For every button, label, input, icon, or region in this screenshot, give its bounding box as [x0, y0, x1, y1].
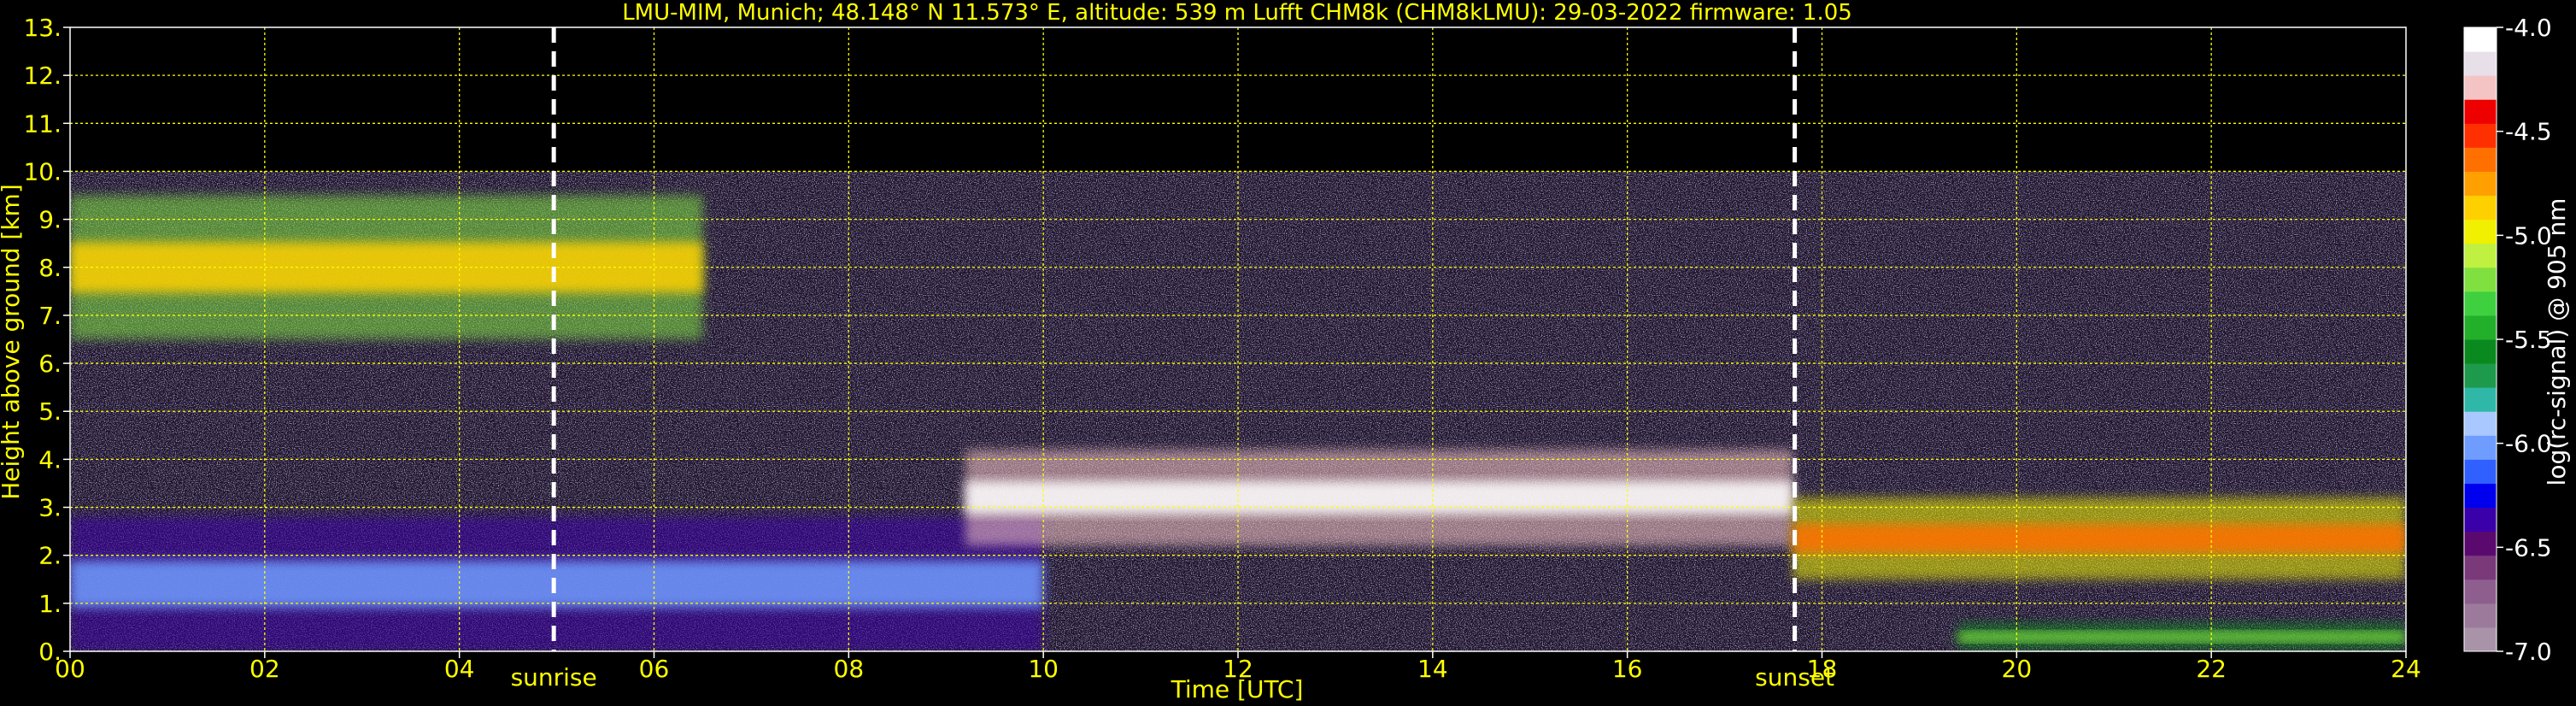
x-tick-label: 22	[2196, 655, 2227, 683]
x-tick-label: 06	[639, 655, 670, 683]
colorbar-swatch	[2464, 147, 2497, 172]
colorbar-swatch	[2464, 387, 2497, 412]
y-tick-label: 2.	[38, 542, 62, 570]
colorbar-swatch	[2464, 75, 2497, 100]
colorbar-swatch	[2464, 27, 2497, 52]
colorbar-swatch	[2464, 123, 2497, 148]
colorbar-swatch	[2464, 483, 2497, 509]
y-tick-label: 4.	[38, 445, 62, 474]
colorbar-swatch	[2464, 195, 2497, 221]
colorbar-tick-label: -7.0	[2505, 638, 2552, 666]
colorbar-label: log(rc-signal) @ 905 nm	[2543, 198, 2571, 486]
x-tick-label: 20	[2002, 655, 2033, 683]
feature-nocturnal-surface-layer	[1957, 622, 2406, 651]
feature-cirrus-clouds	[70, 195, 703, 339]
feature-core	[70, 560, 1044, 608]
chart-title: LMU-MIM, Munich; 48.148° N 11.573° E, al…	[622, 0, 1852, 26]
colorbar-swatch	[2464, 291, 2497, 316]
x-tick-label: 08	[834, 655, 865, 683]
x-tick-label: 04	[444, 655, 475, 683]
feature-core	[70, 242, 703, 293]
sunrise-label: sunrise	[511, 663, 597, 691]
colorbar-swatch	[2464, 459, 2497, 484]
colorbar-swatch	[2464, 363, 2497, 388]
x-tick-label: 16	[1612, 655, 1643, 683]
colorbar-swatch	[2464, 243, 2497, 268]
colorbar-tick-label: -6.5	[2505, 533, 2552, 562]
colorbar-swatch	[2464, 627, 2497, 652]
y-tick-label: 9.	[38, 206, 62, 234]
y-tick-label: 0.	[38, 638, 62, 666]
y-axis: 0. 1. 2. 3. 4. 5. 6. 7. 8. 9. 10. 11. 12. 13.	[23, 14, 70, 666]
colorbar-swatch	[2464, 555, 2497, 580]
x-tick-label: 10	[1028, 655, 1059, 683]
feature-mid-level-cloud-layer	[965, 450, 1793, 546]
ceilometer-chart: LMU-MIM, Munich; 48.148° N 11.573° E, al…	[0, 0, 2571, 703]
x-tick-label: 24	[2391, 655, 2421, 683]
sunset-label: sunset	[1755, 663, 1834, 691]
colorbar-swatch	[2464, 579, 2497, 604]
y-tick-label: 8.	[38, 254, 62, 282]
y-tick-label: 11.	[23, 109, 62, 138]
colorbar-swatch	[2464, 171, 2497, 197]
feature-core	[1957, 632, 2406, 643]
x-tick-label: 02	[249, 655, 280, 683]
colorbar: -4.0-4.5-5.0-5.5-6.0-6.5-7.0	[2463, 14, 2552, 666]
colorbar-swatch	[2464, 507, 2497, 532]
feature-core	[965, 480, 1793, 515]
colorbar-swatch	[2464, 51, 2497, 76]
feature-core	[1793, 524, 2406, 553]
y-tick-label: 13.	[23, 14, 62, 42]
y-tick-label: 3.	[38, 494, 62, 522]
colorbar-swatch	[2464, 219, 2497, 244]
colorbar-swatch	[2464, 411, 2497, 436]
plot-area	[69, 26, 2407, 652]
colorbar-swatch	[2464, 435, 2497, 460]
colorbar-swatch	[2464, 315, 2497, 340]
y-axis-label: Height above ground [km]	[0, 184, 25, 500]
y-tick-label: 6.	[38, 350, 62, 378]
colorbar-swatch	[2464, 603, 2497, 628]
colorbar-swatch	[2464, 267, 2497, 292]
y-tick-label: 5.	[38, 397, 62, 426]
colorbar-swatch	[2464, 339, 2497, 364]
y-tick-label: 10.	[23, 157, 62, 185]
colorbar-tick-label: -4.5	[2505, 118, 2552, 146]
y-tick-label: 1.	[38, 590, 62, 618]
x-axis-label: Time [UTC]	[1171, 675, 1304, 703]
x-tick-label: 14	[1417, 655, 1448, 683]
colorbar-swatch	[2464, 99, 2497, 124]
colorbar-swatch	[2464, 531, 2497, 556]
feature-boundary-layer-aerosol	[70, 516, 1044, 651]
colorbar-tick-label: -4.0	[2505, 14, 2552, 42]
y-tick-label: 12.	[23, 62, 62, 90]
y-tick-label: 7.	[38, 302, 62, 330]
feature-evening-cloud-layer	[1793, 497, 2406, 580]
